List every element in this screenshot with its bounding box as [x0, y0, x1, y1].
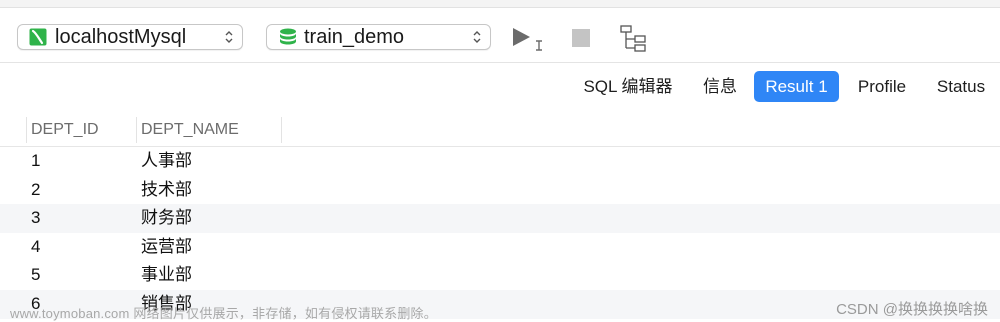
connection-select[interactable]: localhostMysql — [17, 24, 243, 50]
tab-result-1[interactable]: Result 1 — [754, 71, 839, 102]
table-row[interactable]: 1 人事部 — [0, 147, 1000, 176]
database-select[interactable]: train_demo — [266, 24, 491, 50]
run-icon[interactable] — [511, 26, 547, 52]
tab-sql-editor[interactable]: SQL 编辑器 — [575, 71, 681, 102]
watermark-right: CSDN @换换换换啥换 — [836, 301, 988, 318]
query-toolbar: localhostMysql train_demo — [0, 8, 1000, 62]
column-header-dept-id[interactable]: DEPT_ID — [31, 114, 99, 146]
column-divider[interactable] — [136, 117, 137, 143]
table-row[interactable]: 4 运营部 — [0, 233, 1000, 262]
result-tab-bar: SQL 编辑器 信息 Result 1 Profile Status — [0, 62, 1000, 115]
explain-icon[interactable] — [619, 24, 649, 54]
table-row[interactable]: 3 财务部 — [0, 204, 1000, 233]
cell-dept-id[interactable]: 3 — [31, 204, 40, 233]
cell-dept-name[interactable]: 财务部 — [141, 204, 192, 233]
chevron-updown-icon — [225, 31, 233, 43]
cell-dept-id[interactable]: 2 — [31, 176, 40, 205]
cell-dept-id[interactable]: 5 — [31, 261, 40, 290]
chevron-updown-icon — [473, 31, 481, 43]
column-header-dept-name[interactable]: DEPT_NAME — [141, 114, 239, 146]
result-grid-body: 1 人事部 2 技术部 3 财务部 4 运营部 5 事业部 6 销售部 — [0, 147, 1000, 319]
cell-dept-name[interactable]: 技术部 — [141, 176, 192, 205]
cell-dept-id[interactable]: 1 — [31, 147, 40, 176]
mysql-connection-icon — [29, 28, 47, 46]
cell-dept-name[interactable]: 事业部 — [141, 261, 192, 290]
window-top-edge — [0, 0, 1000, 8]
tab-status[interactable]: Status — [928, 71, 994, 102]
stop-icon[interactable] — [571, 28, 591, 48]
cell-dept-name[interactable]: 运营部 — [141, 233, 192, 262]
database-value: train_demo — [304, 26, 405, 48]
table-row[interactable]: 2 技术部 — [0, 176, 1000, 205]
column-divider — [26, 117, 27, 143]
column-divider[interactable] — [281, 117, 282, 143]
cell-dept-name[interactable]: 人事部 — [141, 147, 192, 176]
tab-profile[interactable]: Profile — [848, 71, 916, 102]
result-grid-header: DEPT_ID DEPT_NAME — [0, 114, 1000, 147]
tab-info[interactable]: 信息 — [694, 71, 746, 102]
connection-value: localhostMysql — [55, 26, 187, 48]
database-icon — [280, 28, 296, 45]
watermark-left: www.toymoban.com 网络图片仅供展示，非存储，如有侵权请联系删除。 — [10, 306, 437, 321]
table-row[interactable]: 5 事业部 — [0, 261, 1000, 290]
cell-dept-id[interactable]: 4 — [31, 233, 40, 262]
